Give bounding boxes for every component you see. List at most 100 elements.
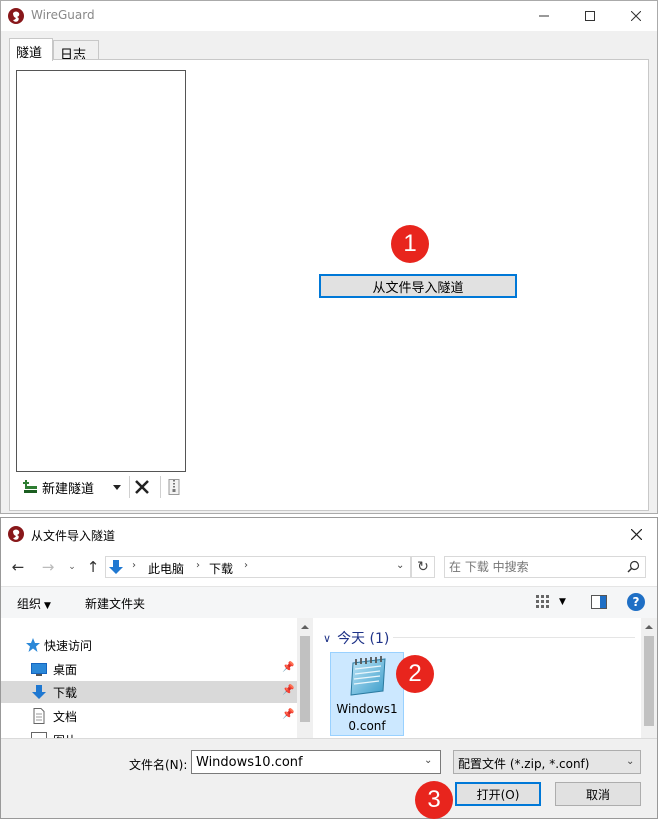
back-button[interactable]: ← (9, 558, 27, 576)
close-button[interactable] (613, 1, 658, 31)
nav-label: 文档 (53, 710, 78, 724)
breadcrumb-separator: › (132, 560, 136, 571)
nav-label: 桌面 (53, 663, 78, 677)
dialog-title: 从文件导入隧道 (31, 529, 116, 543)
dialog-footer: 文件名(N): ⌄ 配置文件 (*.zip, *.conf) ⌄ 打开(O) 取… (1, 738, 657, 818)
tab-tunnels[interactable]: 隧道 (9, 38, 53, 61)
new-tunnel-button[interactable]: 新建隧道 (22, 477, 94, 497)
view-grid-icon (536, 595, 549, 608)
navigation-scrollbar[interactable] (297, 618, 313, 738)
step-badge-3: 3 (415, 781, 453, 819)
export-zip-button[interactable] (164, 477, 184, 497)
toolbar-divider (129, 476, 130, 498)
window-title: WireGuard (31, 8, 95, 22)
wireguard-window: WireGuard 隧道 日志 新建隧道 从文件导入隧道 (0, 0, 658, 514)
filename-combobox[interactable]: ⌄ (191, 750, 441, 774)
chevron-down-icon: ⌄ (626, 756, 635, 767)
pin-icon: 📌 (282, 662, 295, 673)
file-item-conf[interactable]: Windows10.conf (330, 652, 404, 736)
recent-locations-button[interactable]: ⌄ (63, 558, 81, 576)
search-box[interactable] (444, 556, 646, 578)
tab-strip: 隧道 日志 (9, 38, 649, 63)
file-list-pane: ∨ 今天 (1) Windows10.conf (313, 618, 641, 738)
filename-label: 文件名(N): (129, 758, 188, 772)
arrow-right-icon: → (41, 558, 55, 576)
address-bar[interactable]: › 此电脑 › 下载 › ⌄ (105, 556, 411, 578)
delete-icon (135, 480, 149, 494)
file-name: Windows10.conf (336, 702, 398, 733)
refresh-button[interactable]: ↻ (411, 556, 435, 578)
download-arrow-icon (32, 685, 46, 699)
breadcrumb-separator: › (244, 560, 248, 571)
nav-label: 下载 (53, 686, 78, 700)
organize-button[interactable]: 组织 ▼ (17, 595, 51, 612)
pin-icon: 📌 (282, 709, 295, 720)
delete-tunnel-button[interactable] (132, 477, 152, 497)
filename-input[interactable] (196, 753, 416, 771)
arrow-up-icon: ↑ (86, 558, 100, 576)
group-divider (393, 637, 635, 638)
title-bar: WireGuard (1, 1, 657, 31)
chevron-down-icon[interactable]: ⌄ (424, 755, 432, 766)
chevron-down-icon (113, 484, 121, 490)
breadcrumb-this-pc[interactable]: 此电脑 (148, 560, 184, 577)
scrollbar-thumb[interactable] (644, 636, 654, 726)
zip-icon (168, 479, 180, 495)
preview-pane-icon (591, 595, 607, 609)
chevron-down-icon: ▼ (559, 597, 566, 607)
tunnel-list[interactable] (16, 70, 186, 472)
file-type-value: 配置文件 (*.zip, *.conf) (458, 757, 590, 771)
download-arrow-icon (109, 560, 123, 574)
scrollbar-thumb[interactable] (300, 636, 310, 722)
search-input[interactable] (449, 558, 619, 576)
tunnel-list-toolbar: 新建隧道 (16, 474, 186, 500)
file-list-scrollbar[interactable] (641, 618, 657, 738)
arrow-left-icon: ← (11, 558, 25, 576)
new-tunnel-label: 新建隧道 (42, 481, 95, 497)
notepad-file-icon (350, 656, 386, 696)
search-icon (627, 560, 640, 573)
breadcrumb-downloads[interactable]: 下载 (209, 560, 233, 577)
document-icon (33, 708, 45, 724)
address-dropdown-icon[interactable]: ⌄ (396, 560, 404, 571)
chevron-down-icon: ▼ (44, 601, 51, 611)
import-from-file-button[interactable]: 从文件导入隧道 (319, 274, 517, 298)
refresh-icon: ↻ (417, 559, 429, 575)
chevron-down-icon: ⌄ (68, 562, 76, 572)
star-icon (26, 638, 40, 652)
open-button[interactable]: 打开(O) (455, 782, 541, 806)
new-tunnel-dropdown[interactable] (110, 478, 124, 496)
close-icon (631, 11, 641, 21)
tunnels-panel: 新建隧道 从文件导入隧道 (9, 59, 649, 511)
close-icon (630, 528, 642, 540)
change-view-button[interactable]: ▼ (535, 594, 566, 610)
dialog-close-button[interactable] (621, 522, 651, 546)
organize-label: 组织 (17, 597, 42, 611)
help-icon: ? (632, 595, 640, 609)
preview-pane-button[interactable] (591, 595, 607, 612)
command-bar: 组织 ▼ 新建文件夹 ▼ ? (1, 586, 657, 618)
breadcrumb-separator: › (196, 560, 200, 571)
group-header-today[interactable]: ∨ 今天 (1) (323, 628, 389, 648)
help-button[interactable]: ? (627, 593, 645, 611)
file-type-filter[interactable]: 配置文件 (*.zip, *.conf) ⌄ (453, 750, 641, 774)
wireguard-logo-icon (8, 526, 24, 542)
forward-button[interactable]: → (39, 558, 57, 576)
new-folder-button[interactable]: 新建文件夹 (85, 595, 145, 612)
nav-item-downloads[interactable]: 下载 📌 (1, 681, 297, 703)
pin-icon: 📌 (282, 685, 295, 696)
add-tunnel-icon (23, 480, 37, 493)
nav-item-desktop[interactable]: 桌面 📌 (1, 658, 297, 680)
cancel-button[interactable]: 取消 (555, 782, 641, 806)
step-badge-2: 2 (396, 655, 434, 693)
nav-item-quick-access[interactable]: 快速访问 (1, 634, 297, 656)
maximize-icon (585, 11, 595, 21)
minimize-button[interactable] (521, 1, 567, 31)
tab-log[interactable]: 日志 (53, 40, 99, 63)
nav-item-documents[interactable]: 文档 📌 (1, 705, 297, 727)
maximize-button[interactable] (567, 1, 613, 31)
navigation-row: ← → ⌄ ↑ › 此电脑 › 下载 › ⌄ ↻ (1, 550, 657, 586)
up-button[interactable]: ↑ (84, 558, 102, 576)
chevron-down-icon: ∨ (323, 631, 332, 645)
navigation-pane: 快速访问 桌面 📌 下载 📌 文档 📌 图片 (1, 618, 297, 739)
